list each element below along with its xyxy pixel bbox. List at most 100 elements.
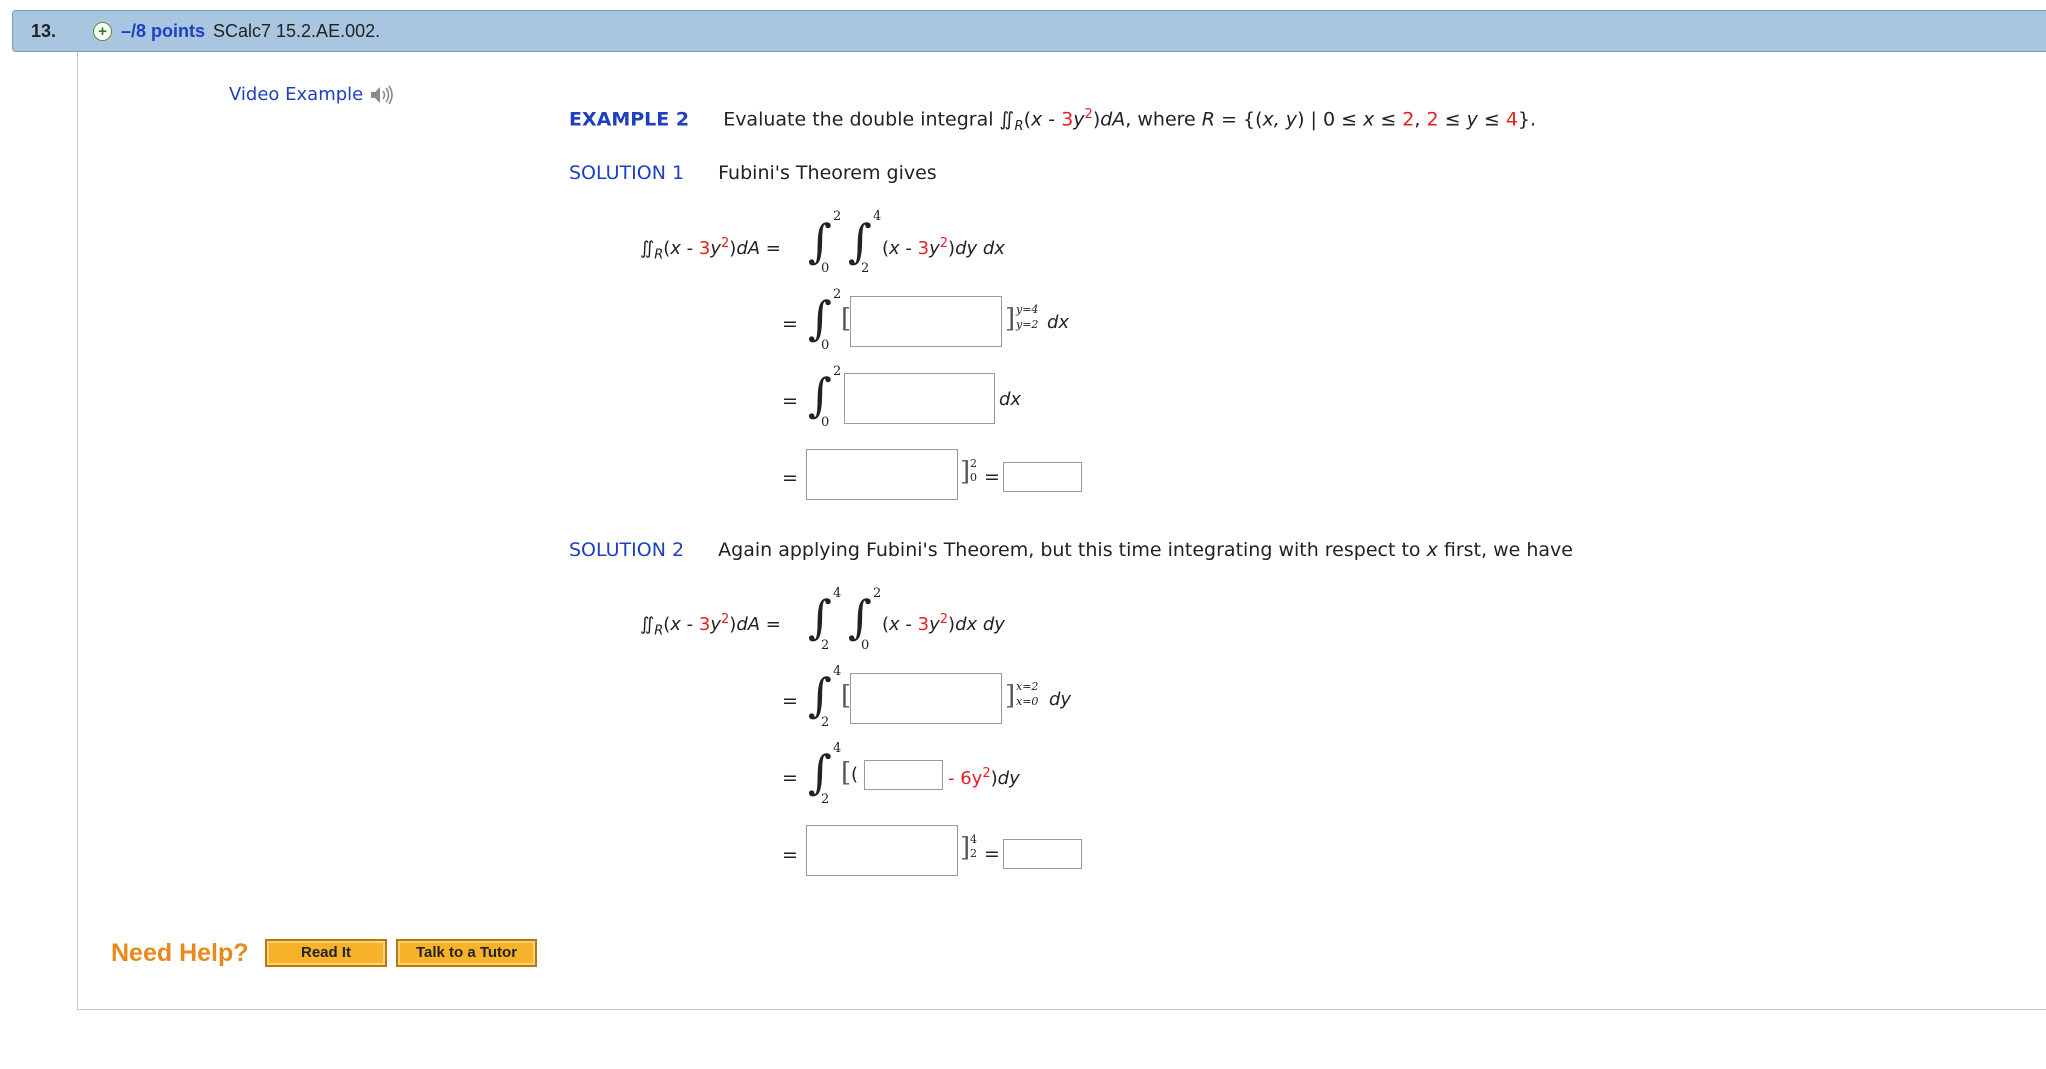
exponent: 2 (939, 612, 949, 627)
example-statement: EXAMPLE 2 Evaluate the double integral ∬… (569, 107, 1536, 134)
set: }. (1517, 108, 1537, 131)
integral-sign: ∫ (808, 214, 832, 268)
s2-final-answer[interactable] (1003, 839, 1082, 869)
differential: dx dy (955, 614, 1005, 635)
bracket: [ (841, 758, 852, 788)
upper-limit: 2 (873, 586, 882, 601)
dA: dA (736, 238, 761, 259)
region-subscript: R (654, 623, 664, 639)
coef: 3 (698, 238, 711, 259)
read-it-button[interactable]: Read It (265, 939, 387, 967)
lower-limit: 0 (861, 638, 870, 653)
minus: - (899, 614, 918, 635)
solution1-text: Fubini's Theorem gives (718, 162, 937, 184)
differential: dx (999, 389, 1022, 410)
lower-limit: 0 (821, 338, 830, 353)
set: ≤ (1438, 108, 1467, 131)
integral-sign: ∫ (808, 368, 832, 422)
paren: ( (1023, 108, 1031, 131)
s2-answer-inner[interactable] (850, 673, 1002, 724)
eval-upper: 4 (970, 833, 977, 846)
bound: 2 (1402, 108, 1415, 131)
equals: = (984, 843, 1000, 865)
s1-final-answer[interactable] (1003, 462, 1082, 492)
var-y: y (929, 238, 940, 259)
equals: = (765, 238, 781, 259)
eval-upper: x=2 (1016, 680, 1039, 693)
s2-answer-antiderivative[interactable] (806, 825, 958, 876)
integral-sign: ∫ (808, 745, 832, 799)
eval-lower: y=2 (1016, 318, 1039, 331)
paren: ( (851, 764, 859, 785)
paren: ) (948, 614, 956, 635)
set: x (1363, 108, 1375, 131)
integral-sign: ∫ (848, 214, 872, 268)
upper-limit: 4 (833, 741, 842, 756)
set: ) | 0 ≤ (1297, 108, 1364, 131)
differential: dy dx (955, 238, 1005, 259)
eval-lower: x=0 (1016, 695, 1039, 708)
solution2-heading: SOLUTION 2 Again applying Fubini's Theor… (569, 539, 1573, 561)
minus: - (680, 238, 699, 259)
equals: = (782, 313, 798, 335)
paren: ) (948, 238, 956, 259)
integral-sign: ∫ (848, 590, 872, 644)
talk-to-tutor-button[interactable]: Talk to a Tutor (396, 939, 537, 967)
bound: 4 (1505, 108, 1518, 131)
need-help-label: Need Help? (111, 939, 249, 967)
set: x, y (1262, 108, 1298, 131)
region-subscript: R (654, 247, 664, 263)
var-y: y (710, 614, 721, 635)
s1-answer-antiderivative[interactable] (806, 449, 958, 500)
s2-answer-coef[interactable] (864, 760, 943, 790)
region-subscript: R (1014, 119, 1024, 135)
equals: = (782, 390, 798, 412)
lower-limit: 2 (821, 638, 830, 653)
differential: dy (997, 768, 1020, 789)
video-example-label: Video Example (229, 84, 364, 105)
s1-answer-inner[interactable] (850, 296, 1002, 347)
var-x: x (889, 238, 900, 259)
lower-limit: 2 (821, 792, 830, 807)
question-code: SCalc7 15.2.AE.002. (213, 21, 381, 41)
lower-limit: 0 (821, 261, 830, 276)
var-y: y (710, 238, 721, 259)
lower-limit: 0 (821, 415, 830, 430)
upper-limit: 2 (833, 364, 842, 379)
solution2-label: SOLUTION 2 (569, 539, 685, 561)
var-x: x (889, 614, 900, 635)
minus: - (899, 238, 918, 259)
s1-answer-integrand[interactable] (844, 373, 995, 424)
equals: = (782, 690, 798, 712)
lower-limit: 2 (861, 261, 870, 276)
differential: dx (1047, 312, 1070, 333)
upper-limit: 4 (873, 209, 882, 224)
eval-lower: 0 (970, 471, 977, 484)
region-R: R (1201, 108, 1215, 131)
paren: ( (882, 614, 890, 635)
s1-lhs: ∬R(x - 3y2)dA = (640, 236, 781, 263)
differential: dy (1049, 689, 1072, 710)
coef: 3 (917, 238, 930, 259)
eval-upper: 2 (970, 457, 977, 470)
coef: 3 (917, 614, 930, 635)
double-integral-sign: ∬ (640, 614, 655, 635)
equals: = (984, 466, 1000, 488)
equals: = (765, 614, 781, 635)
minus: - (680, 614, 699, 635)
integral-sign: ∫ (808, 668, 832, 722)
example-text: Evaluate the double integral ∬ (723, 108, 1015, 131)
s1-integrand: (x - 3y2)dy dx (882, 236, 1005, 259)
var-y: y (1073, 108, 1085, 131)
set: ≤ (1374, 108, 1403, 131)
set: , (1414, 108, 1427, 131)
upper-limit: 4 (833, 586, 842, 601)
upper-limit: 2 (833, 287, 842, 302)
bracket: ] (960, 833, 971, 863)
expand-plus-icon[interactable]: + (93, 22, 112, 41)
question-header: 13. + –/8 points SCalc7 15.2.AE.002. (12, 10, 2046, 52)
bracket: ] (960, 457, 971, 487)
video-example-link[interactable]: Video Example (229, 84, 395, 106)
upper-limit: 2 (833, 209, 842, 224)
set: = {( (1214, 108, 1263, 131)
